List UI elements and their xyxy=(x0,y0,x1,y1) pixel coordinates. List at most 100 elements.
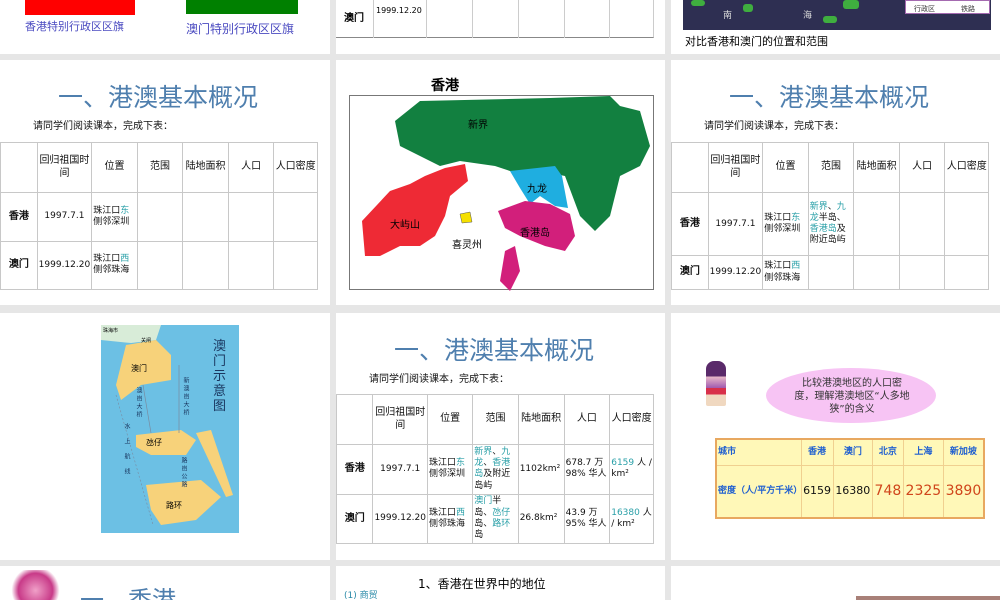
cell-text: 岛、 xyxy=(474,518,493,529)
header-cell: 城市 xyxy=(715,438,802,466)
hk-flag-caption: 香港特别行政区区旗 xyxy=(25,20,124,33)
table-cell xyxy=(944,191,989,257)
table-cell: 1999.12.20 xyxy=(36,240,93,290)
map-label: 路环 xyxy=(166,501,182,510)
cell-text: 新界 xyxy=(809,201,828,212)
header-cell: 新加坡 xyxy=(942,438,985,466)
table-cell xyxy=(807,255,855,290)
table-cell: 珠江口西侧邻珠海 xyxy=(91,240,138,290)
cell-text: 1999.12.20 xyxy=(374,513,426,524)
map-label: 澳门 xyxy=(131,364,147,373)
cell-text: 珠江口 xyxy=(428,458,456,468)
cartoon-girl-image xyxy=(706,361,726,406)
slide-subtitle: 请同学们阅读课本，完成下表： xyxy=(33,121,173,132)
header-cell: 澳门 xyxy=(832,438,874,466)
slide-title: 一、香港 xyxy=(80,586,176,600)
cell-text: 澳门 xyxy=(8,259,29,270)
table-cell: 6159 人 / km² xyxy=(609,444,654,495)
island-marker xyxy=(843,0,859,9)
table-cell: 1997.7.1 xyxy=(707,191,764,257)
cell-text: 西 xyxy=(456,507,466,518)
col-divider xyxy=(472,0,473,38)
header-cell: 位置 xyxy=(91,142,138,193)
cell-text: 香港 xyxy=(344,463,365,474)
legend-railway: 铁路 xyxy=(961,5,975,13)
cell-text: 澳门 xyxy=(344,512,365,524)
cell-text: 西 xyxy=(120,254,130,264)
table-cell: 43.9 万 95% 华人 xyxy=(563,493,611,544)
table-cell xyxy=(898,191,946,257)
table-cell: 珠江口东侧邻深圳 xyxy=(426,444,474,495)
header-cell: 人口 xyxy=(563,394,611,445)
slide-thumbnail-overview-2[interactable]: 一、港澳基本概况 请同学们阅读课本，完成下表： 回归祖国时间 位置 范围 陆地面积 人口… xyxy=(671,60,1000,305)
cell-text: 珠江口 xyxy=(93,205,121,216)
table-cell: 珠江口西侧邻珠海 xyxy=(762,255,809,290)
header-cell: 人口 xyxy=(898,142,946,193)
header-cell: 位置 xyxy=(426,394,474,445)
header-cell: 北京 xyxy=(872,438,904,466)
cell-text: 1997.7.1 xyxy=(44,211,85,222)
cell-text: 路环 xyxy=(492,518,511,529)
cell-text: 6159 xyxy=(611,458,635,468)
col-divider xyxy=(373,0,374,38)
table-cell: 1102km² xyxy=(517,444,565,495)
slide-thumbnail-macau-map[interactable]: 珠海市 关闸 澳门 氹仔 路环 新澳凼大桥 澳凼大桥 路凼公路 水上航线 澳门示… xyxy=(0,313,330,560)
header-cell: 范围 xyxy=(472,394,519,445)
row-label: 密度（人/平方千米） xyxy=(715,464,802,519)
table-row: 香港 1997.7.1 珠江口东侧邻深圳 新界、九龙半岛、香港岛及附近岛屿 xyxy=(671,191,989,257)
header-cell: 陆地面积 xyxy=(853,142,900,193)
map-label-cotai-road: 路凼公路 xyxy=(180,457,187,489)
slide-thumbnail-hk-status[interactable]: 1、香港在世界中的地位 (1) 商贸 xyxy=(336,566,665,600)
table-header-row: 回归祖国时间 位置 范围 陆地面积 人口 人口密度 xyxy=(0,142,318,193)
cell-text: 珠江口 xyxy=(93,254,121,264)
cell-text: 东 xyxy=(791,212,801,223)
cell-text: 珠江口 xyxy=(428,507,456,518)
table-header-row: 回归祖国时间 位置 范围 陆地面积 人口 人口密度 xyxy=(671,142,989,193)
slide-thumbnail-flags[interactable]: 香港特别行政区区旗 澳门特别行政区区旗 xyxy=(0,0,330,54)
row-label: 澳门 xyxy=(0,240,38,290)
island-marker xyxy=(823,16,837,23)
slide-thumbnail-density[interactable]: 比较港澳地区的人口密度，理解港澳地区“人多地狭”的含义 城市 香港 澳门 北京 … xyxy=(671,313,1000,560)
slide-subtitle: 请同学们阅读课本，完成下表： xyxy=(369,374,509,385)
table-cell xyxy=(136,192,184,242)
header-cell: 范围 xyxy=(807,142,855,193)
macau-flag xyxy=(186,0,298,14)
cell-text: 1997.7.1 xyxy=(380,463,421,474)
header-cell: 陆地面积 xyxy=(182,142,229,193)
speech-bubble-text: 比较港澳地区的人口密度，理解港澳地区“人多地狭”的含义 xyxy=(794,378,910,415)
slide-thumbnail-overview-3[interactable]: 一、港澳基本概况 请同学们阅读课本，完成下表： 回归祖国时间 位置 范围 陆地面积 人口… xyxy=(336,313,665,560)
taipa-island xyxy=(136,430,196,455)
region-label: 大屿山 xyxy=(390,220,420,231)
island-marker xyxy=(691,0,705,6)
slide-thumbnail-hk-map[interactable]: 香港 新界 九龙 大屿山 香港岛 喜灵州 xyxy=(336,60,665,305)
table-cell xyxy=(853,255,900,290)
slide-title: 一、港澳基本概况 xyxy=(58,83,259,112)
cell-text: 678.7 万 98% 华人 xyxy=(565,458,607,480)
cell-text: 珠江口 xyxy=(764,212,792,223)
hong-kong-flag xyxy=(25,0,135,15)
table-row: 澳门 1999.12.20 珠江口西侧邻珠海 澳门半岛、氹仔岛、路环岛 26.8km² 4… xyxy=(336,493,654,544)
cell-text: 、 xyxy=(827,201,837,212)
slide-thumbnail-table-top[interactable]: 澳门 1999.12.20 xyxy=(336,0,665,54)
table-cell: 1999.12.20 xyxy=(372,493,428,544)
table-header-row: 城市 香港 澳门 北京 上海 新加坡 xyxy=(715,438,985,466)
col-divider xyxy=(426,0,427,38)
cell-text: 26.8km² xyxy=(519,513,558,524)
cell-text: 侧邻深圳 xyxy=(93,216,130,227)
slide-subtitle: 请同学们阅读课本，完成下表： xyxy=(704,121,844,132)
map-label: 南 xyxy=(723,11,733,21)
slide-image xyxy=(856,596,1000,600)
slide-title: 一、港澳基本概况 xyxy=(394,336,595,365)
slide-thumbnail-next[interactable] xyxy=(671,566,1000,600)
value-cell: 3890 xyxy=(942,464,985,519)
value-cell: 748 xyxy=(872,464,904,519)
slide-thumbnail-overview-1[interactable]: 一、港澳基本概况 请同学们阅读课本，完成下表： 回归祖国时间 位置 范围 陆地面积 人口… xyxy=(0,60,330,305)
cell-text: 1102km² xyxy=(519,463,561,474)
bridge-line xyxy=(142,384,152,434)
header-cell: 回归祖国时间 xyxy=(372,394,428,445)
table-cell xyxy=(182,192,229,242)
slide-thumbnail-region-map[interactable]: 南 海 行政区 铁路 对比香港和澳门的位置和范围 xyxy=(671,0,1000,54)
slide-thumbnail-hk-section[interactable]: 一、香港 xyxy=(0,566,330,600)
cell-text: 香港 xyxy=(8,210,29,222)
map-title: 香港 xyxy=(431,78,459,94)
